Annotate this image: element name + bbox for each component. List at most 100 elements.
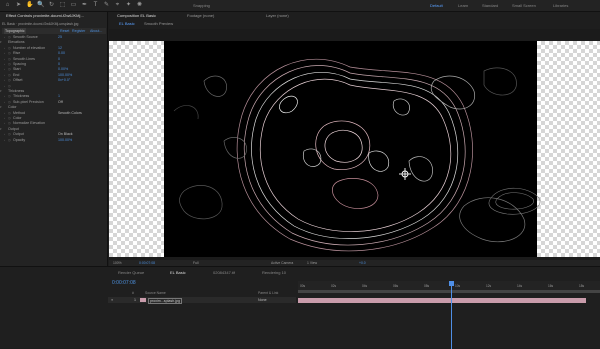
layer-duration-bar[interactable] [298,298,586,303]
expand-arrow-icon[interactable]: › [4,132,5,137]
effect-param-row[interactable]: ▾ Thickness [0,89,108,94]
effect-param-row[interactable]: ▾ Output [0,127,108,132]
twirl-arrow-icon[interactable]: ▾ [0,89,2,94]
expand-arrow-icon[interactable]: › [4,111,5,116]
text-tool-icon[interactable]: T [92,2,99,9]
work-area-bar[interactable] [298,290,600,293]
stopwatch-icon[interactable]: ◷ [8,67,11,72]
subtab-el-basic[interactable]: EL Basic [119,20,135,28]
effect-param-row[interactable]: › ◷ Number of elevation 12 [0,46,108,51]
effect-param-row[interactable]: › ◷ Method Smooth Colors [0,111,108,116]
expand-arrow-icon[interactable]: › [4,67,5,72]
param-value[interactable]: 0.00% [58,67,68,72]
clone-tool-icon[interactable]: ⌖ [114,2,121,9]
effect-controls-tab[interactable]: Effect Controls proximite-doumi-f2w6JKMj… [6,12,84,20]
param-value[interactable]: Off [58,100,63,105]
workspace-standard[interactable]: Standard [482,3,498,8]
tab-render-queue[interactable]: Render Queue [118,270,144,275]
tab-tif-comp[interactable]: 02084347.tif [213,270,235,275]
effect-param-row[interactable]: › ◷ Smooth Lines 0 [0,57,108,62]
effect-param-row[interactable]: › ◷ [0,84,108,89]
stopwatch-icon[interactable]: ◷ [8,100,11,105]
expand-arrow-icon[interactable]: › [4,57,5,62]
rotate-tool-icon[interactable]: ↻ [48,2,55,9]
expand-arrow-icon[interactable]: › [4,73,5,78]
parent-select[interactable]: None [258,297,267,303]
twirl-arrow-icon[interactable]: ▾ [0,105,2,110]
pen-tool-icon[interactable]: ✒ [81,2,88,9]
tab-layer[interactable]: Layer (none) [266,12,289,20]
twirl-arrow-icon[interactable]: ▾ [0,127,2,132]
param-value[interactable]: 0 [58,57,60,62]
subtab-smooth-preview[interactable]: Smooth Preview [144,20,173,28]
tab-rendering[interactable]: Rendering 10 [262,270,286,275]
tab-el-basic-timeline[interactable]: EL Basic [170,270,186,275]
twirl-arrow-icon[interactable]: ▾ [0,40,2,45]
stopwatch-icon[interactable]: ◷ [8,121,11,126]
effect-param-row[interactable]: › ◷ Smooth Source 25 [0,35,108,40]
register-link[interactable]: Register [72,28,85,34]
workspace-default[interactable]: Default [430,3,443,8]
effect-param-row[interactable]: › ◷ Normalize Elevation [0,121,108,126]
expand-arrow-icon[interactable]: › [4,84,5,89]
expand-arrow-icon[interactable]: › [4,116,5,121]
expand-arrow-icon[interactable]: › [4,35,5,40]
effect-param-row[interactable]: › ◷ Thickness 1 [0,94,108,99]
expand-arrow-icon[interactable]: › [4,100,5,105]
tab-footage[interactable]: Footage (none) [187,12,214,20]
param-value[interactable]: 0.00 [58,51,65,56]
effect-param-row[interactable]: ▾ Color [0,105,108,110]
stopwatch-icon[interactable]: ◷ [8,138,11,143]
about-link[interactable]: About... [90,28,102,34]
current-time-indicator[interactable] [451,281,452,349]
reset-link[interactable]: Reset [60,28,69,34]
effect-param-row[interactable]: › ◷ End 100.00% [0,73,108,78]
snapping-toggle[interactable]: Snapping [193,3,210,8]
effect-param-row[interactable]: › ◷ Spacing 0 [0,62,108,67]
expand-arrow-icon[interactable]: › [4,51,5,56]
composition-viewer[interactable] [109,29,600,260]
workspace-learn[interactable]: Learn [458,3,468,8]
effect-param-row[interactable]: › ◷ Start 0.00% [0,67,108,72]
layer-row[interactable]: ● 1 proxim...splash.jpg None [108,297,296,304]
comp-canvas[interactable] [164,41,537,257]
zoom-tool-icon[interactable]: 🔍 [37,2,44,9]
stopwatch-icon[interactable]: ◷ [8,116,11,121]
param-value[interactable]: 25 [58,35,62,40]
effect-param-row[interactable]: › ◷ Output On Black [0,132,108,137]
stopwatch-icon[interactable]: ◷ [8,132,11,137]
param-value[interactable]: 12 [58,46,62,51]
param-value[interactable]: 100.00% [58,138,72,143]
expand-arrow-icon[interactable]: › [4,46,5,51]
stopwatch-icon[interactable]: ◷ [8,35,11,40]
expand-arrow-icon[interactable]: › [4,138,5,143]
visibility-icon[interactable]: ● [111,297,113,303]
brush-tool-icon[interactable]: ✎ [103,2,110,9]
hand-tool-icon[interactable]: ✋ [26,2,33,9]
effect-param-row[interactable]: › ◷ Sub-pixel Precision Off [0,100,108,105]
stopwatch-icon[interactable]: ◷ [8,78,11,83]
layer-name[interactable]: proxim...splash.jpg [148,297,182,304]
selection-tool-icon[interactable]: ➤ [15,2,22,9]
effect-param-row[interactable]: › ◷ Color [0,116,108,121]
expand-arrow-icon[interactable]: › [4,62,5,67]
camera-orbit-tool-icon[interactable]: ⬚ [59,2,66,9]
param-value[interactable]: 0 [58,62,60,67]
param-value[interactable]: 0x+0.0° [58,78,70,83]
param-value[interactable]: 100.00% [58,73,72,78]
expand-arrow-icon[interactable]: › [4,94,5,99]
effect-param-row[interactable]: › ◷ Offset 0x+0.0° [0,78,108,83]
param-value[interactable]: Smooth Colors [58,111,82,116]
expand-arrow-icon[interactable]: › [4,121,5,126]
stopwatch-icon[interactable]: ◷ [8,62,11,67]
stopwatch-icon[interactable]: ◷ [8,94,11,99]
stopwatch-icon[interactable]: ◷ [8,57,11,62]
layer-color-label[interactable] [140,298,146,302]
param-value[interactable]: On Black [58,132,73,137]
home-tool-icon[interactable]: ⌂ [4,2,11,9]
timeline-timecode[interactable]: 0:00:07:08 [112,280,136,286]
effect-param-row[interactable]: › ◷ Rise 0.00 [0,51,108,56]
stopwatch-icon[interactable]: ◷ [8,46,11,51]
workspace-small-screen[interactable]: Small Screen [512,3,536,8]
stopwatch-icon[interactable]: ◷ [8,111,11,116]
